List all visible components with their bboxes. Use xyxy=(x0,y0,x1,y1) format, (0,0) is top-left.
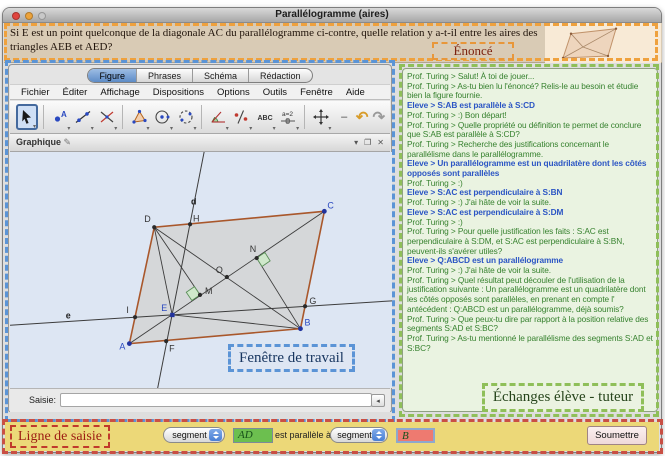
tabs-row: Figure Phrases Schéma Rédaction xyxy=(9,67,391,84)
angle-tool-button[interactable] xyxy=(207,104,229,132)
title-bar[interactable]: Parallélogramme (aires) xyxy=(3,8,661,23)
chat-message: Eleve > Un parallélogramme est un quadri… xyxy=(407,158,647,179)
point-label-A: A xyxy=(119,342,125,352)
point-label-G: G xyxy=(309,296,316,306)
view-tab[interactable]: Schéma xyxy=(193,69,250,82)
chat-message: Prof. Turing > Que peux-tu dire par rapp… xyxy=(407,313,649,334)
enonce-parallelogram-figure xyxy=(561,27,618,60)
circle-icon xyxy=(155,110,170,124)
menu-item[interactable]: Dispositions xyxy=(153,87,204,98)
menu-item[interactable]: Outils xyxy=(263,87,287,98)
menu-item[interactable]: Fenêtre xyxy=(300,87,333,98)
move-view-tool-button[interactable] xyxy=(310,104,332,132)
exchanges-annotation-label: Échanges élève - tuteur xyxy=(482,383,644,412)
minus-icon: – xyxy=(341,111,348,123)
object-type-select-2-value: segment xyxy=(337,430,372,440)
point-label-E: E xyxy=(161,303,167,313)
svg-text:A: A xyxy=(61,110,67,119)
point-label-H: H xyxy=(193,213,199,223)
reflect-icon xyxy=(235,110,248,124)
chat-message: Prof. Turing > Recherche des justificati… xyxy=(407,138,610,159)
saisie-toggle-button[interactable] xyxy=(371,394,385,407)
menu-bar: Fichier Éditer Affichage Dispositions Option… xyxy=(10,84,390,100)
chat-message: Prof. Turing > Quel résultat peut découl… xyxy=(407,274,646,314)
panel-close-icon[interactable] xyxy=(377,138,384,147)
perpendicular-line-icon xyxy=(100,111,113,123)
slider-tool-button[interactable]: a=2 xyxy=(278,104,300,132)
line-label-e: e xyxy=(66,311,71,321)
point-label-C: C xyxy=(327,200,334,210)
circle-tool-button[interactable] xyxy=(152,104,173,132)
object-type-select-1[interactable]: segment xyxy=(163,427,225,443)
menu-item[interactable]: Options xyxy=(217,87,250,98)
point-label-B: B xyxy=(304,318,310,328)
point-label-N: N xyxy=(250,244,256,254)
stepper-arrows-icon xyxy=(372,429,385,441)
reflect-tool-button[interactable] xyxy=(231,104,253,132)
move-view-icon xyxy=(312,109,329,125)
text-tool-button[interactable]: ABC xyxy=(254,104,276,132)
view-tabs: Figure Phrases Schéma Rédaction xyxy=(87,68,313,83)
point-icon: A xyxy=(54,110,67,122)
panel-dropdown-icon[interactable] xyxy=(354,138,358,147)
chat-message: Prof. Turing > As-tu mentionné le parall… xyxy=(407,332,653,353)
menu-item[interactable]: Fichier xyxy=(21,87,50,98)
text-icon: ABC xyxy=(257,115,272,122)
svg-text:ABC: ABC xyxy=(257,115,272,122)
object-type-select-2[interactable]: segment xyxy=(330,427,388,443)
menu-item[interactable]: Aide xyxy=(346,87,365,98)
point-label-F: F xyxy=(169,344,175,354)
menu-item[interactable]: Éditer xyxy=(63,87,88,98)
graphique-header: Graphique xyxy=(10,134,390,152)
relation-label: est parallèle à xyxy=(275,430,332,440)
point-label-D: D xyxy=(144,214,151,224)
menu-item[interactable]: Affichage xyxy=(100,87,139,98)
chat-message: Prof. Turing > Quelle propriété ou défin… xyxy=(407,119,642,140)
line-label-d: d xyxy=(191,196,196,206)
slider-icon: a=2 xyxy=(281,111,296,124)
point-label-O: O xyxy=(216,265,223,275)
move-cursor-icon xyxy=(22,110,31,124)
chat-message: Prof. Turing > Pour quelle justification… xyxy=(407,226,625,256)
point-label-I: I xyxy=(126,305,128,315)
conic-tool-button[interactable] xyxy=(175,104,197,132)
chat-panel: Prof. Turing > Salut! À toi de jouer... P… xyxy=(402,68,658,412)
point-tool-button[interactable]: A xyxy=(49,104,71,132)
collapse-toolbar-button[interactable]: – xyxy=(333,104,354,130)
saisie-input[interactable] xyxy=(60,393,372,407)
operand-field-2[interactable]: B xyxy=(396,428,435,443)
line-tool-button[interactable] xyxy=(72,104,94,132)
toolbar: A A xyxy=(10,101,390,134)
perpendicular-line-tool-button[interactable] xyxy=(96,104,118,132)
view-tab[interactable]: Phrases xyxy=(137,69,193,82)
polygon-icon xyxy=(132,109,147,124)
submit-button[interactable]: Soumettre xyxy=(587,426,647,445)
operand-field-1[interactable]: AD xyxy=(233,428,273,443)
view-tab[interactable]: Rédaction xyxy=(249,69,312,82)
move-tool-button[interactable] xyxy=(16,104,39,130)
point-label-M: M xyxy=(205,286,212,296)
panel-detach-icon[interactable] xyxy=(364,138,371,147)
enonce-annotation-label: Énoncé xyxy=(432,42,514,60)
saisie-row: Saisie: xyxy=(10,388,390,412)
saisie-label: Saisie: xyxy=(29,395,57,405)
object-type-select-1-value: segment xyxy=(172,430,207,440)
screen: Parallélogramme (aires) Si E est un poin… xyxy=(0,0,665,456)
angle-icon xyxy=(211,111,226,123)
line-icon xyxy=(75,111,91,123)
conic-icon xyxy=(179,110,193,124)
undo-icon[interactable] xyxy=(356,108,369,127)
work-window-annotation-label: Fenêtre de travail xyxy=(228,344,355,372)
svg-text:a=2: a=2 xyxy=(282,111,293,118)
stepper-arrows-icon xyxy=(209,429,222,441)
redo-icon[interactable] xyxy=(372,108,385,127)
enonce-figure-panel xyxy=(545,23,661,63)
graphique-title: Graphique xyxy=(16,137,71,148)
chat-message: Prof. Turing > As-tu bien lu l'énoncé? R… xyxy=(407,80,639,101)
window-title: Parallélogramme (aires) xyxy=(275,9,389,20)
input-line-annotation-label: Ligne de saisie xyxy=(10,425,110,448)
polygon-tool-button[interactable] xyxy=(128,104,150,132)
enonce-panel: Si E est un point quelconque de la diago… xyxy=(4,23,662,63)
view-tab[interactable]: Figure xyxy=(88,69,137,82)
